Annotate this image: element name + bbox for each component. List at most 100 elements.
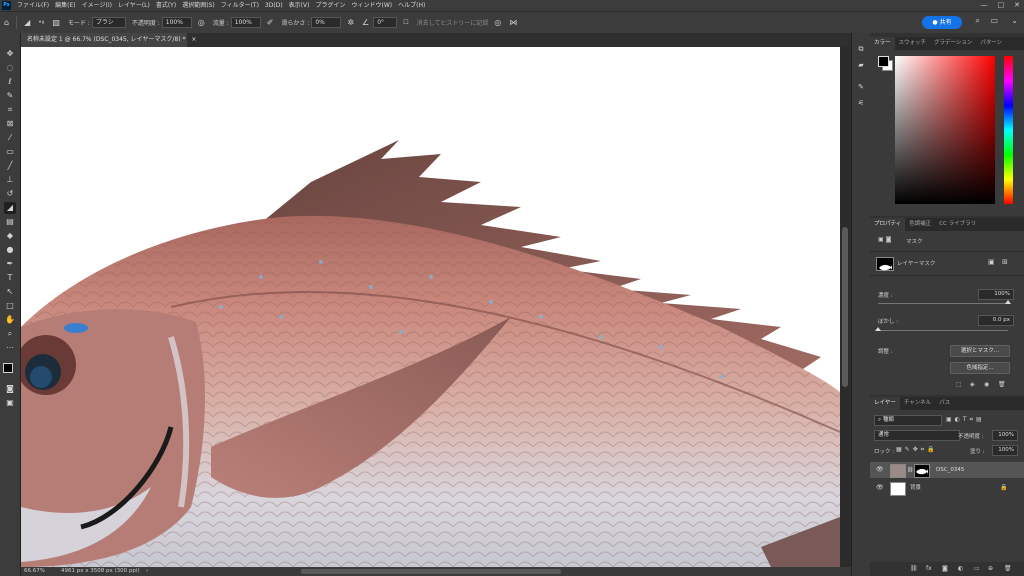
select-and-mask-button[interactable]: 選択とマスク... [950, 345, 1010, 357]
layer-opacity-field[interactable]: 100% [992, 430, 1018, 441]
hand-tool-icon[interactable]: ✋ [4, 314, 16, 326]
tab-properties[interactable]: プロパティ [870, 218, 906, 231]
clone-stamp-tool-icon[interactable]: ⊥ [4, 174, 16, 186]
layer-row[interactable]: 👁 背景 🔒 [870, 480, 1024, 496]
close-tab-icon[interactable]: × [191, 36, 196, 43]
menu-view[interactable]: 表示(V) [286, 0, 313, 11]
density-slider[interactable] [878, 300, 1011, 304]
delete-layer-icon[interactable]: 🗑 [1004, 562, 1012, 576]
menu-edit[interactable]: 編集(E) [52, 0, 78, 11]
link-layers-icon[interactable]: ⛓ [910, 562, 918, 576]
foreground-color-swatch[interactable] [3, 363, 13, 373]
new-layer-icon[interactable]: ⊕ [988, 562, 993, 576]
airbrush-icon[interactable]: ✐ [267, 18, 274, 27]
history-brush-tool-icon[interactable]: ↺ [4, 188, 16, 200]
pressure-size-icon[interactable]: ◎ [494, 18, 501, 27]
menu-filter[interactable]: フィルター(T) [218, 0, 262, 11]
brush-size-picker[interactable]: •9 [38, 19, 44, 26]
feather-slider-knob[interactable] [875, 327, 881, 331]
link-icon[interactable]: ⛓ [907, 462, 913, 478]
document-canvas[interactable] [21, 47, 840, 567]
crop-tool-icon[interactable]: ⌗ [4, 104, 16, 116]
menu-3d[interactable]: 3D(D) [262, 0, 286, 11]
status-menu-icon[interactable]: › [146, 567, 148, 576]
pen-tool-icon[interactable]: ✒ [4, 258, 16, 270]
menu-window[interactable]: ウィンドウ(W) [348, 0, 395, 11]
pixel-mask-icon[interactable]: ▣ ◙ [878, 236, 891, 243]
add-vector-mask-icon[interactable]: ⊞ [1002, 258, 1008, 266]
brush-panel-icon[interactable]: ✎ [856, 83, 866, 91]
tab-gradients[interactable]: グラデーション [930, 37, 976, 50]
rectangle-tool-icon[interactable]: □ [4, 300, 16, 312]
scroll-thumb[interactable] [842, 227, 848, 387]
flow-field[interactable]: 100% [230, 17, 261, 28]
path-select-tool-icon[interactable]: ↖ [4, 286, 16, 298]
tab-cc-libraries[interactable]: CC ライブラリ [935, 218, 980, 231]
tab-patterns[interactable]: パターン [976, 37, 1006, 50]
eyedropper-tool-icon[interactable]: ⁄ [4, 132, 16, 144]
menu-help[interactable]: ヘルプ(H) [395, 0, 428, 11]
adjustment-layer-icon[interactable]: ◐ [958, 562, 963, 576]
eraser-tool-preset-icon[interactable]: ◢ [24, 18, 30, 27]
layer-filter-select[interactable]: ⌕ 種類 [874, 415, 942, 426]
density-field[interactable]: 100% [978, 289, 1014, 300]
layer-filter-icons[interactable]: ▣◐T⌗▤ [946, 416, 985, 424]
lock-icons[interactable]: ▦✎✥⌗🔒 [896, 446, 938, 454]
density-slider-knob[interactable] [1005, 300, 1011, 304]
comments-panel-icon[interactable]: ▰ [856, 61, 866, 69]
chevron-down-icon[interactable]: ⌄ [1011, 16, 1018, 25]
tab-channels[interactable]: チャンネル [900, 397, 935, 410]
minimize-icon[interactable]: — [981, 0, 988, 11]
tab-color[interactable]: カラー [870, 37, 895, 50]
lasso-tool-icon[interactable]: ℓ [4, 76, 16, 88]
layer-row[interactable]: 👁 ⛓ DSC_0345 [870, 462, 1024, 478]
healing-brush-tool-icon[interactable]: ▭ [4, 146, 16, 158]
apply-mask-icon[interactable]: ◈ [970, 381, 975, 388]
history-panel-icon[interactable]: ⧉ [856, 45, 866, 54]
symmetry-icon[interactable]: ⋈ [509, 18, 517, 27]
disable-mask-icon[interactable]: ◉ [984, 381, 989, 388]
quick-mask-icon[interactable]: ◙ [4, 383, 16, 395]
menu-layer[interactable]: レイヤー(L) [115, 0, 153, 11]
more-tools-icon[interactable]: ⋯ [4, 342, 16, 354]
share-button[interactable]: ● 共有 [922, 16, 962, 29]
frame-tool-icon[interactable]: ⊠ [4, 118, 16, 130]
marquee-tool-icon[interactable]: ◌ [4, 62, 16, 74]
dodge-tool-icon[interactable]: ● [4, 244, 16, 256]
workspace-icon[interactable]: ▭ [990, 16, 998, 25]
menu-type[interactable]: 書式(Y) [153, 0, 179, 11]
home-icon[interactable]: ⌂ [4, 18, 9, 27]
blur-tool-icon[interactable]: ◆ [4, 230, 16, 242]
opacity-field[interactable]: 100% [161, 17, 192, 28]
layer-mask-thumb[interactable] [914, 464, 930, 478]
maximize-icon[interactable]: □ [998, 0, 1005, 11]
menu-plugins[interactable]: プラグイン [312, 0, 348, 11]
menu-image[interactable]: イメージ(I) [79, 0, 115, 11]
quick-select-tool-icon[interactable]: ✎ [4, 90, 16, 102]
horizontal-scrollbar[interactable] [301, 569, 561, 574]
adjustments-panel-icon[interactable]: ⚟ [856, 99, 866, 107]
move-tool-icon[interactable]: ✥ [4, 48, 16, 60]
fx-icon[interactable]: fx [926, 562, 932, 576]
select-pixel-mask-icon[interactable]: ▣ [988, 258, 995, 266]
vertical-scrollbar[interactable] [840, 47, 850, 567]
visibility-eye-icon[interactable]: 👁 [876, 462, 884, 478]
feather-field[interactable]: 0.0 px [978, 315, 1014, 326]
visibility-eye-icon[interactable]: 👁 [876, 480, 884, 496]
add-mask-icon[interactable]: ◙ [942, 562, 948, 576]
zoom-level[interactable]: 66.67% [24, 567, 45, 576]
close-icon[interactable]: ✕ [1014, 0, 1020, 11]
color-range-button[interactable]: 色域指定... [950, 362, 1010, 374]
brush-settings-icon[interactable]: ▨ [52, 18, 60, 27]
blend-mode-select[interactable]: 通常 [874, 430, 960, 441]
pressure-opacity-icon[interactable]: ◎ [198, 18, 205, 27]
gear-icon[interactable]: ✲ [347, 18, 354, 27]
tab-adjustments[interactable]: 色調補正 [905, 218, 935, 231]
menu-file[interactable]: ファイル(F) [14, 0, 52, 11]
angle-field[interactable]: 0° [373, 17, 398, 28]
search-icon[interactable]: ⌕ [976, 16, 980, 26]
menu-select[interactable]: 選択範囲(S) [179, 0, 218, 11]
delete-mask-icon[interactable]: 🗑 [998, 381, 1006, 388]
tab-paths[interactable]: パス [935, 397, 954, 410]
zoom-tool-icon[interactable]: ⌕ [4, 328, 16, 340]
